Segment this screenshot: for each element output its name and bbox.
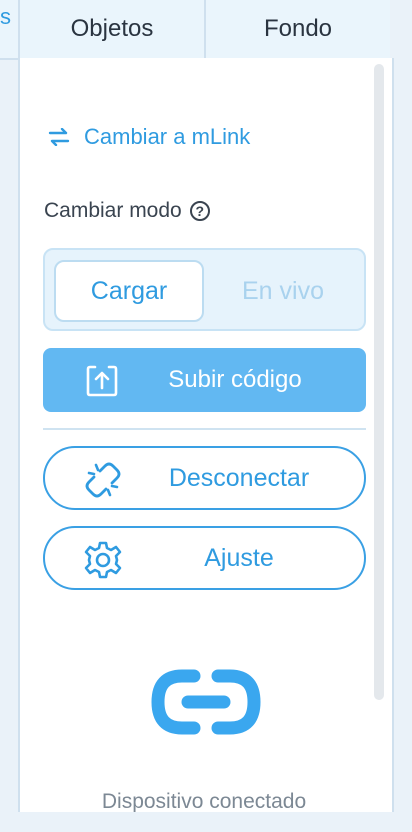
divider	[43, 428, 366, 430]
disconnect-button-label: Desconectar	[168, 463, 310, 492]
mode-segmented-control: Cargar En vivo	[43, 248, 366, 331]
bottom-edge	[18, 812, 390, 832]
switch-to-mlink-link[interactable]: Cambiar a mLink	[48, 122, 250, 152]
tab-objetos[interactable]: Objetos	[20, 0, 206, 58]
question-circle-icon[interactable]: ?	[189, 201, 210, 221]
scrollbar[interactable]	[374, 64, 384, 700]
link-icon	[151, 669, 261, 735]
disconnect-button[interactable]: Desconectar	[43, 446, 366, 510]
app-frame: s Objetos Fondo Cambiar a mLink Cambiar …	[0, 0, 412, 832]
switch-link-label: Cambiar a mLink	[84, 124, 251, 149]
tab-partial[interactable]: s	[0, 0, 20, 58]
broken-link-icon	[85, 462, 121, 498]
mode-option-cargar[interactable]: Cargar	[54, 260, 204, 322]
settings-button[interactable]: Ajuste	[43, 526, 366, 590]
mode-heading: Cambiar modo ?	[44, 196, 210, 226]
tab-bar: s Objetos Fondo	[0, 0, 390, 60]
settings-button-label: Ajuste	[204, 543, 274, 572]
tab-partial-label: s	[0, 4, 11, 29]
upload-code-button[interactable]: Subir código	[43, 348, 366, 412]
tab-fondo[interactable]: Fondo	[206, 0, 390, 58]
gear-icon	[84, 541, 122, 579]
upload-button-label: Subir código	[168, 366, 302, 393]
mode-label: Cambiar modo	[44, 199, 182, 222]
upload-icon	[86, 365, 118, 397]
swap-arrows-icon	[48, 128, 70, 146]
mode-option-en-vivo[interactable]: En vivo	[208, 260, 358, 322]
